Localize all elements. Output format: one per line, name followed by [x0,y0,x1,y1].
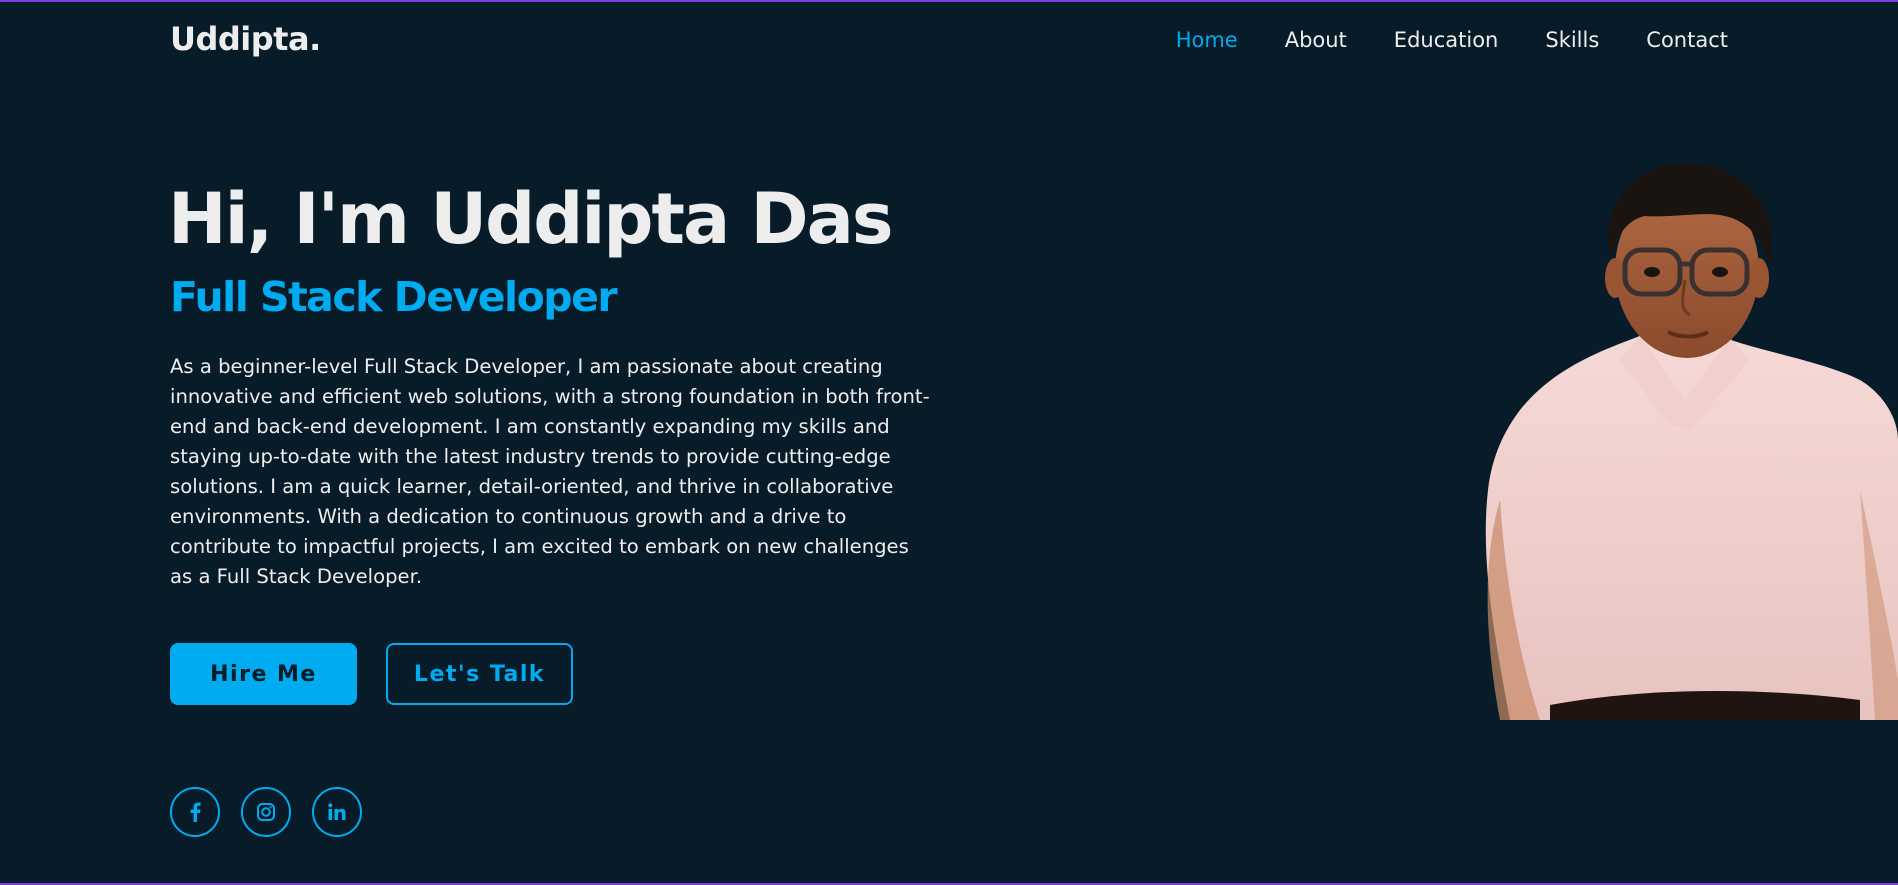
hire-me-button[interactable]: Hire Me [170,643,357,705]
nav-link-skills[interactable]: Skills [1545,28,1599,52]
instagram-icon[interactable] [241,787,291,837]
hero-subtitle: Full Stack Developer [170,273,618,321]
navbar: Uddipta. Home About Education Skills Con… [0,0,1898,86]
nav-link-about[interactable]: About [1285,28,1347,52]
nav-link-education[interactable]: Education [1394,28,1499,52]
hero-description: As a beginner-level Full Stack Developer… [170,355,930,588]
hero-buttons: Hire Me Let's Talk [170,643,573,705]
nav-link-home[interactable]: Home [1176,28,1238,52]
nav-link-contact[interactable]: Contact [1646,28,1728,52]
linkedin-icon[interactable] [312,787,362,837]
nav-links: Home About Education Skills Contact [1176,28,1728,52]
profile-photo [1480,160,1898,720]
lets-talk-button[interactable]: Let's Talk [386,643,573,705]
social-links [170,787,362,837]
logo[interactable]: Uddipta. [170,20,321,58]
hero-title: Hi, I'm Uddipta Das [168,178,894,260]
facebook-icon[interactable] [170,787,220,837]
